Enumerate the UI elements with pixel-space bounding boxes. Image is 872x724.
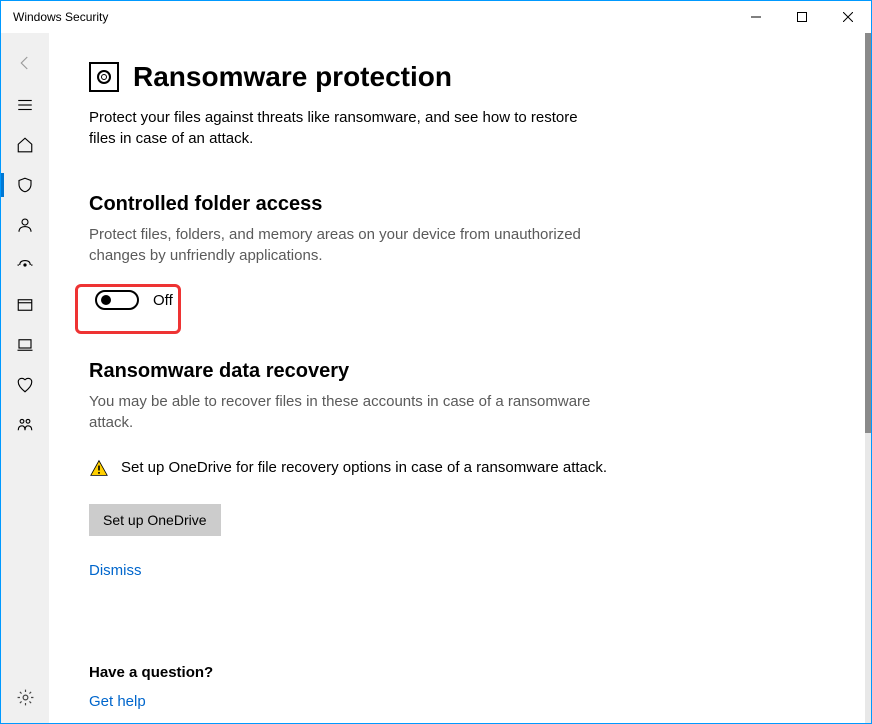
maximize-button[interactable] [779, 1, 825, 33]
cfa-toggle[interactable] [95, 290, 139, 310]
ransomware-icon [89, 62, 119, 92]
onedrive-warning-text: Set up OneDrive for file recovery option… [121, 457, 607, 482]
nav-device-security[interactable] [1, 325, 49, 365]
scrollbar-thumb[interactable] [865, 33, 871, 433]
page-header: Ransomware protection [89, 61, 831, 93]
window-root: Windows Security [0, 0, 872, 724]
back-button[interactable] [1, 41, 49, 85]
recovery-description: You may be able to recover files in thes… [89, 391, 609, 433]
cfa-toggle-label: Off [153, 292, 173, 309]
nav-virus-protection[interactable] [1, 165, 49, 205]
main-content: Ransomware protection Protect your files… [49, 33, 871, 723]
onedrive-warning-row: Set up OneDrive for file recovery option… [89, 457, 609, 482]
help-heading: Have a question? [89, 664, 831, 681]
cfa-toggle-row: Off [89, 284, 189, 316]
warning-icon [89, 459, 109, 482]
dismiss-link[interactable]: Dismiss [89, 562, 142, 579]
setup-onedrive-button[interactable]: Set up OneDrive [89, 504, 221, 536]
nav-menu-button[interactable] [1, 85, 49, 125]
body-area: Ransomware protection Protect your files… [1, 33, 871, 723]
recovery-heading: Ransomware data recovery [89, 360, 831, 383]
nav-device-performance[interactable] [1, 365, 49, 405]
cfa-heading: Controlled folder access [89, 193, 831, 216]
nav-home[interactable] [1, 125, 49, 165]
window-title: Windows Security [13, 10, 108, 24]
page-subtitle: Protect your files against threats like … [89, 107, 589, 149]
help-section: Have a question? Get help [89, 664, 831, 711]
get-help-link[interactable]: Get help [89, 693, 146, 710]
sidebar [1, 33, 49, 723]
cfa-description: Protect files, folders, and memory areas… [89, 224, 609, 266]
cfa-toggle-knob [101, 295, 111, 305]
title-bar: Windows Security [1, 1, 871, 33]
close-button[interactable] [825, 1, 871, 33]
nav-settings[interactable] [1, 677, 49, 717]
window-controls [733, 1, 871, 33]
nav-firewall[interactable] [1, 245, 49, 285]
nav-account-protection[interactable] [1, 205, 49, 245]
nav-app-browser[interactable] [1, 285, 49, 325]
page-title: Ransomware protection [133, 61, 452, 93]
nav-family-options[interactable] [1, 405, 49, 445]
minimize-button[interactable] [733, 1, 779, 33]
